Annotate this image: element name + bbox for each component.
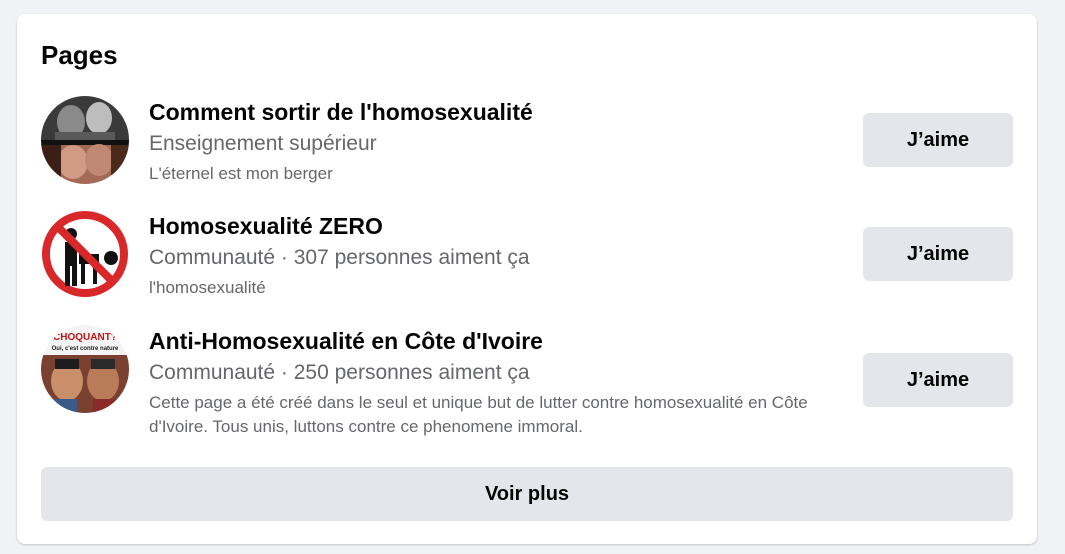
page-name-link[interactable]: Homosexualité ZERO bbox=[149, 212, 839, 240]
list-item: Homosexualité ZERO Communauté · 307 pers… bbox=[41, 210, 1013, 300]
photo-collage-icon bbox=[41, 96, 129, 184]
like-button[interactable]: J’aime bbox=[863, 113, 1013, 167]
page-name-link[interactable]: Anti-Homosexualité en Côte d'Ivoire bbox=[149, 327, 839, 355]
like-button[interactable]: J’aime bbox=[863, 353, 1013, 407]
poster-avatar[interactable]: CHOQUANT? Oui, c'est contre nature bbox=[41, 325, 129, 413]
prohibition-sign-icon bbox=[41, 210, 129, 298]
section-title: Pages bbox=[41, 40, 118, 70]
page-info: Comment sortir de l'homosexualité Enseig… bbox=[149, 98, 839, 186]
page-category: Communauté · 307 personnes aiment ça bbox=[149, 246, 530, 269]
list-item: CHOQUANT? Oui, c'est contre nature Anti-… bbox=[41, 325, 1013, 445]
list-item: Comment sortir de l'homosexualité Enseig… bbox=[41, 96, 1013, 186]
poster-subline: Oui, c'est contre nature bbox=[52, 346, 119, 352]
page-name-link[interactable]: Comment sortir de l'homosexualité bbox=[149, 98, 839, 126]
see-more-button[interactable]: Voir plus bbox=[41, 467, 1013, 521]
page-info: Homosexualité ZERO Communauté · 307 pers… bbox=[149, 212, 839, 300]
page-description: l'homosexualité bbox=[149, 278, 266, 297]
page-category: Enseignement supérieur bbox=[149, 132, 377, 155]
poster-icon: CHOQUANT? Oui, c'est contre nature bbox=[41, 325, 129, 413]
poster-headline: CHOQUANT? bbox=[53, 332, 117, 343]
pages-card: Pages Comment sortir de l'homosexualité … bbox=[17, 14, 1037, 544]
like-button[interactable]: J’aime bbox=[863, 227, 1013, 281]
prohibition-sign-avatar[interactable] bbox=[41, 210, 129, 298]
photo-collage-avatar[interactable] bbox=[41, 96, 129, 184]
page-info: Anti-Homosexualité en Côte d'Ivoire Comm… bbox=[149, 327, 839, 439]
page-category: Communauté · 250 personnes aiment ça bbox=[149, 361, 530, 384]
page-description: L'éternel est mon berger bbox=[149, 164, 333, 183]
page-description: Cette page a été créé dans le seul et un… bbox=[149, 393, 808, 436]
